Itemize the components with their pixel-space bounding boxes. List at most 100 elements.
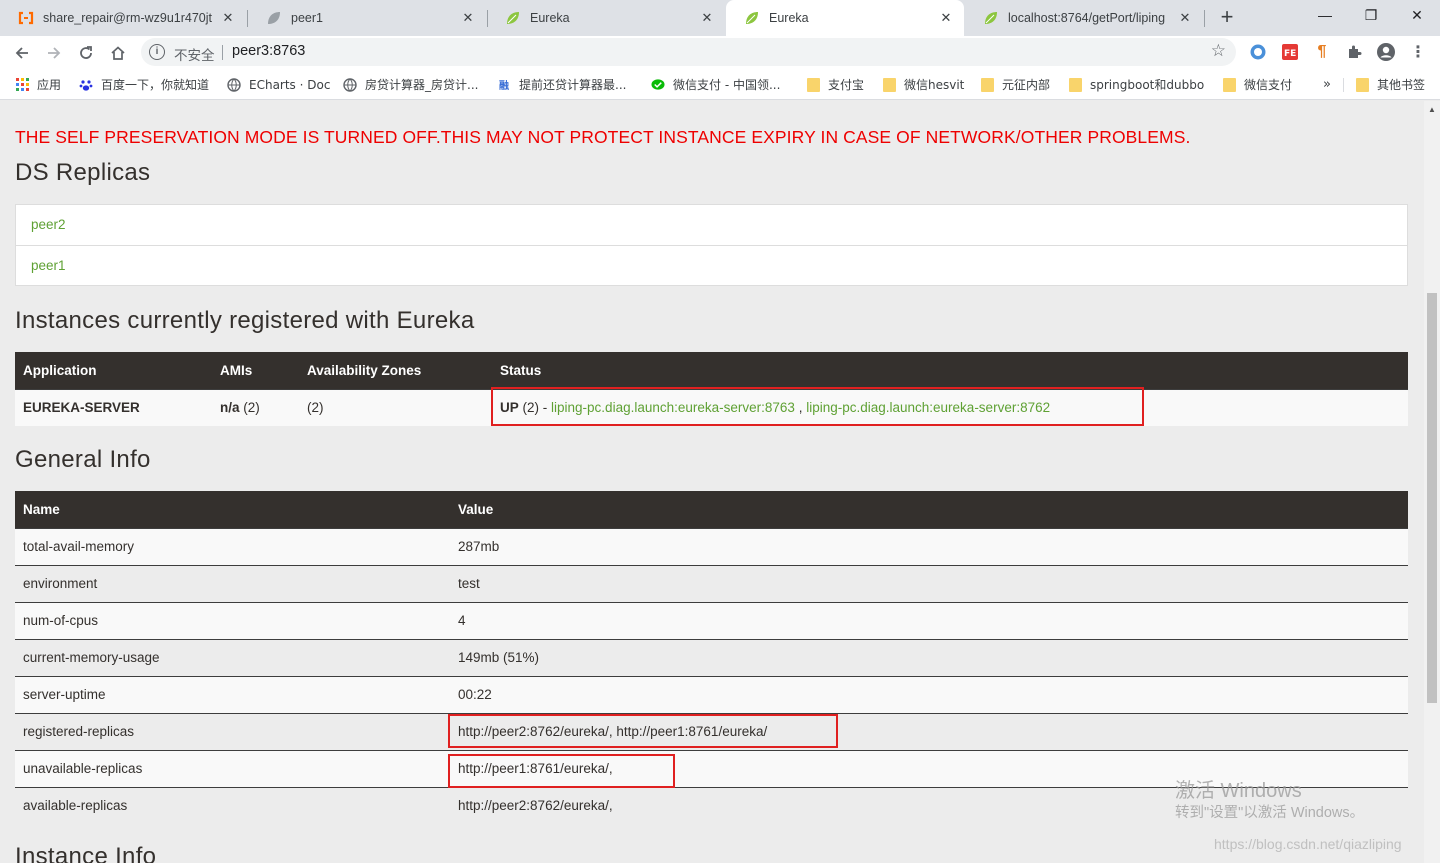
bookmark-folder-springboot[interactable]: springboot和dubbo [1068,75,1204,94]
address-bar[interactable]: i 不安全 peer3:8763 ☆ [141,38,1236,66]
bookmark-label: 其他书签 [1377,78,1426,92]
extension-icon[interactable] [1248,42,1268,62]
amis-count: (2) [243,400,260,416]
tab-eureka[interactable]: Eureka ✕ [487,0,725,36]
close-tab-icon[interactable]: ✕ [699,10,715,26]
spring-leaf-icon [983,10,999,26]
table-row: server-uptime 00:22 [15,675,1408,713]
annotation-box-unavailable [448,754,675,788]
column-header-name: Name [15,491,450,528]
page-scrollbar[interactable]: ▲ [1424,101,1440,863]
tab-share-repair[interactable]: share_repair@rm-wz9u1r470jt ✕ [0,0,246,36]
windows-activation-hint: 转到"设置"以激活 Windows。 [1175,805,1365,821]
scrollbar-thumb[interactable] [1427,293,1437,703]
zones-cell: (2) [299,388,492,426]
baidu-paw-icon [79,78,93,92]
bookmark-wechat-pay-china[interactable]: 微信支付 - 中国领... [651,75,780,94]
wechat-pay-icon [651,78,665,92]
menu-kebab-icon[interactable]: ⋮ [1408,42,1428,62]
windows-activation-watermark: 激活 Windows [1175,780,1302,802]
spring-leaf-icon [266,10,282,26]
table-row: environment test [15,564,1408,602]
info-icon[interactable]: i [149,44,165,60]
tab-separator [1204,10,1205,27]
bookmark-other-folder[interactable]: 其他书签 [1355,75,1425,94]
bookmark-prepay[interactable]: 融 提前还贷计算器最... [497,75,626,94]
bookmark-baidu[interactable]: 百度一下，你就知道 [79,75,209,94]
bookmark-folder-wechat-pay[interactable]: 微信支付 [1222,75,1292,94]
bookmark-label: 微信hesvit [904,78,965,92]
forward-icon[interactable] [40,39,68,67]
info-value: 00:22 [450,675,1408,713]
bookmark-label: 微信支付 [1244,78,1293,92]
pilcrow-extension-icon[interactable]: ¶ [1312,42,1332,62]
folder-icon [1355,77,1369,92]
application-cell: EUREKA-SERVER [15,388,212,426]
address-divider [222,45,223,60]
info-name: available-replicas [15,786,450,824]
close-tab-icon[interactable]: ✕ [1177,10,1193,26]
bookmark-label: ECharts · Doc [249,77,331,92]
column-header-value: Value [450,491,1408,528]
close-tab-icon[interactable]: ✕ [220,10,236,26]
close-tab-icon[interactable]: ✕ [460,10,476,26]
browser-toolbar: i 不安全 peer3:8763 ☆ FE ¶ ⋮ [0,36,1440,69]
new-tab-button[interactable]: + [1214,5,1240,31]
replica-link-peer2[interactable]: peer2 [16,205,1407,245]
back-icon[interactable] [8,39,36,67]
bookmark-folder-alipay[interactable]: 支付宝 [806,75,864,94]
fe-extension-icon[interactable]: FE [1280,42,1300,62]
info-value: test [450,564,1408,602]
info-name: server-uptime [15,675,450,713]
replica-link-peer1[interactable]: peer1 [16,245,1407,285]
tab-eureka-active[interactable]: Eureka ✕ [726,0,964,36]
table-row: num-of-cpus 4 [15,601,1408,639]
bookmarks-overflow-button[interactable]: » [1323,75,1331,94]
bookmark-echarts[interactable]: ECharts · Doc [227,75,330,94]
table-row: current-memory-usage 149mb (51%) [15,638,1408,676]
alibaba-cloud-icon [18,10,34,26]
maximize-button[interactable]: ❐ [1348,0,1394,30]
globe-icon [343,77,357,92]
folder-icon [980,77,994,92]
instance-info-heading: Instance Info [15,843,157,863]
bookmark-label: 百度一下，你就知道 [101,78,210,92]
bookmark-label: 元征内部 [1002,78,1051,92]
spring-leaf-icon [505,10,521,26]
tab-title: localhost:8764/getPort/liping [1008,11,1166,25]
column-header-application: Application [15,352,212,389]
tab-title: peer1 [291,11,323,25]
tab-title: Eureka [530,11,570,25]
reload-icon[interactable] [72,39,100,67]
profile-avatar-icon[interactable] [1376,42,1396,62]
minimize-button[interactable]: — [1302,0,1348,30]
extensions-puzzle-icon[interactable] [1344,42,1364,62]
info-name: num-of-cpus [15,601,450,639]
folder-icon [1068,77,1082,92]
eureka-page: THE SELF PRESERVATION MODE IS TURNED OFF… [0,101,1424,863]
info-name: environment [15,564,450,602]
bookmark-folder-wechat-hesvit[interactable]: 微信hesvit [882,75,964,94]
tab-localhost-getport[interactable]: localhost:8764/getPort/liping ✕ [965,0,1203,36]
globe-icon [227,77,241,92]
bookmark-folder-internal[interactable]: 元征内部 [980,75,1050,94]
home-icon[interactable] [104,39,132,67]
blog-watermark: https://blog.csdn.net/qiazliping [1214,836,1402,852]
scroll-up-arrow-icon[interactable]: ▲ [1428,105,1436,114]
folder-icon [806,77,820,92]
info-value: 4 [450,601,1408,639]
bookmark-star-icon[interactable]: ☆ [1211,41,1226,61]
bookmark-mortgage[interactable]: 房贷计算器_房贷计... [343,75,478,94]
ds-replicas-heading: DS Replicas [15,159,151,186]
folder-icon [882,77,896,92]
amis-value: n/a [220,400,240,416]
column-header-status: Status [492,352,1408,389]
svg-text:FE: FE [1284,49,1296,59]
general-info-heading: General Info [15,446,151,473]
close-tab-icon[interactable]: ✕ [938,10,954,26]
info-name: registered-replicas [15,712,450,750]
tab-peer1[interactable]: peer1 ✕ [248,0,486,36]
bookmark-apps[interactable]: 应用 [15,75,61,94]
close-window-button[interactable]: ✕ [1394,0,1440,30]
url-text[interactable]: peer3:8763 [232,43,305,59]
